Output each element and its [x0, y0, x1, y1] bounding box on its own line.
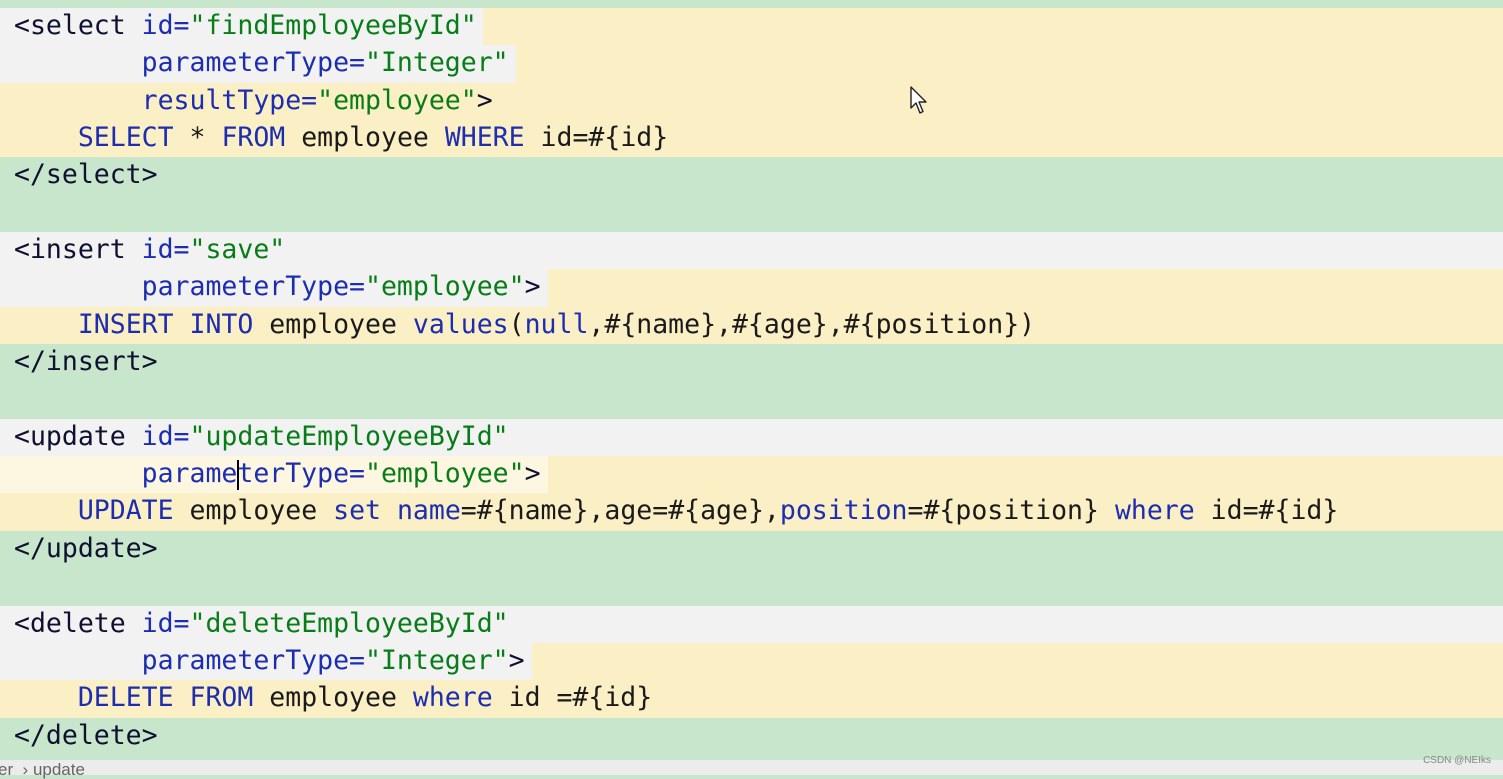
code-line[interactable]: <insert id="save" — [0, 232, 1503, 270]
code-token: </select> — [14, 159, 158, 191]
code-token: SELECT — [77, 122, 174, 154]
code-token: employee — [253, 308, 413, 340]
code-line[interactable]: parameterType="employee"> — [0, 456, 1503, 494]
code-token: parameterType= — [141, 458, 366, 490]
code-line[interactable]: parameterType="Integer" — [0, 45, 1503, 83]
code-token: parameterType= — [141, 271, 366, 303]
code-token: WHERE — [444, 122, 525, 154]
code-editor[interactable]: <select id="findEmployeeById" parameterT… — [0, 8, 1503, 755]
code-token: employee — [253, 682, 413, 714]
code-token: ,#{name},#{age},#{position}) — [588, 308, 1036, 340]
code-line[interactable]: </delete> — [0, 717, 1503, 755]
code-line[interactable]: UPDATE employee set name=#{name},age=#{a… — [0, 493, 1503, 531]
code-token: where — [412, 682, 493, 714]
code-line[interactable]: DELETE FROM employee where id =#{id} — [0, 680, 1503, 718]
code-token: null — [524, 308, 589, 340]
code-token: "employee" — [317, 84, 477, 116]
code-line[interactable]: </insert> — [0, 344, 1503, 382]
code-token: id=#{id} — [1194, 495, 1339, 527]
code-token: DELETE FROM — [77, 682, 254, 714]
code-token: * — [173, 122, 222, 154]
code-line[interactable]: <update id="updateEmployeeById" — [0, 418, 1503, 457]
code-token: position — [779, 495, 908, 527]
code-token: id= — [141, 607, 190, 639]
code-token: values — [412, 308, 509, 340]
code-token: "employee" — [365, 458, 525, 490]
code-line[interactable]: INSERT INTO employee values(null,#{name}… — [0, 306, 1503, 345]
code-token: <delete — [14, 607, 142, 639]
code-token: employee — [173, 495, 334, 527]
code-token: "save" — [189, 234, 286, 266]
code-token: resultType= — [141, 84, 318, 116]
code-token: <update — [14, 420, 142, 452]
code-token: parameterType= — [141, 644, 366, 676]
code-line[interactable]: parameterType="Integer"> — [0, 642, 1503, 681]
code-line[interactable] — [0, 194, 1503, 233]
code-token: id= — [141, 234, 190, 266]
code-line[interactable] — [0, 381, 1503, 419]
code-token: =#{name},age=#{age}, — [460, 495, 780, 527]
code-token: FROM — [221, 122, 286, 154]
code-token: "deleteEmployeeById" — [189, 607, 509, 639]
code-token: > — [508, 644, 525, 676]
code-token: <insert — [14, 234, 142, 266]
code-token: > — [524, 458, 541, 490]
code-token: > — [524, 271, 541, 303]
code-token: "Integer" — [365, 47, 509, 79]
code-line[interactable]: resultType="employee"> — [0, 82, 1503, 121]
code-token: INSERT INTO — [77, 308, 254, 340]
editor-footer — [0, 760, 1503, 775]
text-caret — [237, 460, 239, 491]
code-line[interactable] — [0, 568, 1503, 606]
code-token: id =#{id} — [492, 682, 653, 714]
code-token: </delete> — [14, 719, 158, 751]
code-token: "updateEmployeeById" — [189, 420, 509, 452]
code-token: <select — [14, 10, 142, 41]
code-token: </insert> — [14, 346, 158, 378]
code-token: id= — [141, 420, 190, 452]
code-token: "findEmployeeById" — [189, 10, 477, 41]
mouse-pointer-icon — [910, 86, 927, 114]
code-line[interactable]: </update> — [0, 530, 1503, 569]
code-token: ( — [508, 308, 525, 340]
code-line[interactable]: <delete id="deleteEmployeeById" — [0, 605, 1503, 643]
code-token: where — [1114, 495, 1195, 527]
code-token: "Integer" — [365, 644, 509, 676]
code-line[interactable]: parameterType="employee"> — [0, 269, 1503, 307]
code-token: =#{position} — [907, 495, 1115, 527]
code-token: > — [476, 84, 493, 116]
code-token: UPDATE — [77, 495, 174, 527]
code-token: "employee" — [365, 271, 525, 303]
code-token: employee — [285, 122, 445, 154]
code-token: id=#{id} — [524, 122, 669, 154]
breadcrumb[interactable]: er › update — [0, 761, 85, 778]
code-token: parameterType= — [141, 47, 366, 79]
code-token: set — [333, 495, 381, 527]
code-token: </update> — [14, 532, 158, 564]
code-token: name — [396, 495, 461, 527]
code-line[interactable]: SELECT * FROM employee WHERE id=#{id} — [0, 120, 1503, 158]
watermark: CSDN @NEIks — [1423, 755, 1491, 766]
code-line[interactable]: <select id="findEmployeeById" — [0, 8, 1503, 46]
code-line[interactable]: </select> — [0, 157, 1503, 195]
code-token: id= — [141, 10, 190, 41]
